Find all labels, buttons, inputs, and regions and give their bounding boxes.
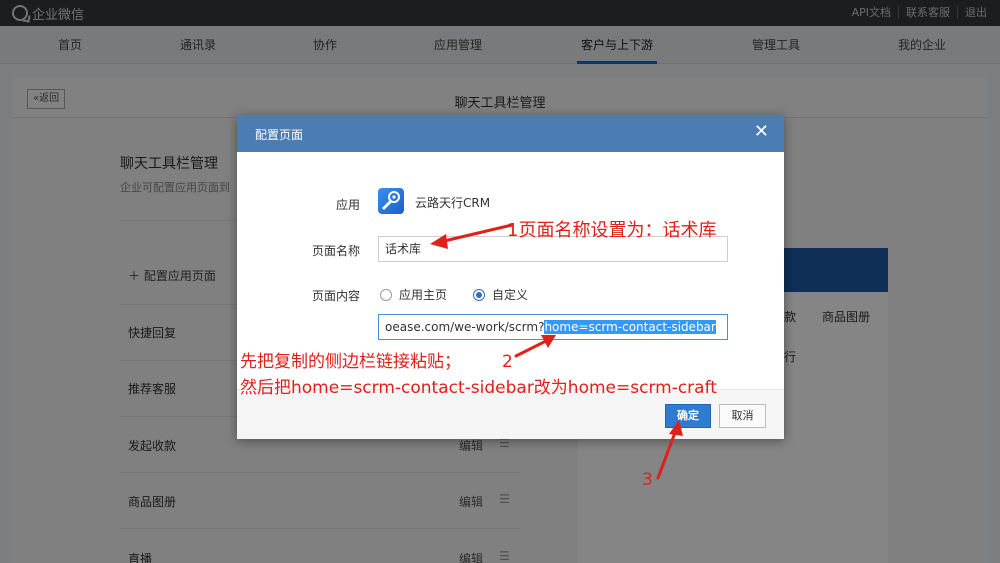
close-icon[interactable]: ✕ xyxy=(754,123,769,141)
radio-app-home-label: 应用主页 xyxy=(399,288,448,302)
dialog-header: 配置页面 ✕ xyxy=(237,115,784,152)
dialog-title: 配置页面 xyxy=(255,128,304,142)
annotation-step-1: 1页面名称设置为：话术库 xyxy=(507,220,717,241)
app-label: 应用 xyxy=(335,198,360,212)
page-name-label: 页面名称 xyxy=(311,244,360,258)
annotation-step-2-line-2: 然后把home=scrm-contact-sidebar改为home=scrm-… xyxy=(240,378,717,398)
app-name: 云路天行CRM xyxy=(415,196,491,210)
page-url-input[interactable]: oease.com/we-work/scrm?home=scrm-contact… xyxy=(378,314,728,340)
cancel-button[interactable]: 取消 xyxy=(719,404,766,428)
annotation-number-2: 2 xyxy=(502,352,513,372)
annotation-number-3: 3 xyxy=(642,470,653,490)
url-text: oease.com/we-work/scrm? xyxy=(385,320,545,334)
page-content-radio-group: 应用主页 自定义 xyxy=(380,286,554,303)
radio-custom[interactable] xyxy=(473,288,486,301)
confirm-button[interactable]: 确定 xyxy=(665,404,711,428)
url-selected-text: home=scrm-contact-sidebar xyxy=(544,320,716,334)
radio-custom-label: 自定义 xyxy=(492,288,529,302)
annotation-step-2-line-1: 先把复制的侧边栏链接粘贴； xyxy=(240,352,461,372)
radio-app-home[interactable] xyxy=(380,288,392,301)
app-icon xyxy=(378,188,404,214)
page-content-label: 页面内容 xyxy=(311,289,360,303)
